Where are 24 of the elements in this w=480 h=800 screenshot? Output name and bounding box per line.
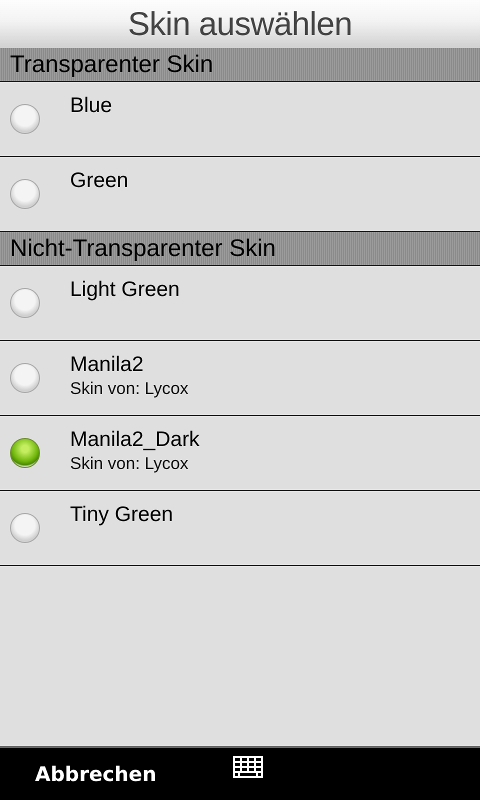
- skin-option[interactable]: Manila2 Skin von: Lycox: [0, 341, 480, 416]
- keyboard-icon[interactable]: [233, 756, 264, 778]
- skin-name: Blue: [70, 94, 112, 118]
- skin-author: Skin von: Lycox: [70, 454, 190, 474]
- radio-button[interactable]: [10, 363, 40, 393]
- skin-name: Tiny Green: [70, 503, 174, 527]
- radio-button[interactable]: [10, 288, 40, 318]
- skin-name: Manila2: [70, 353, 145, 377]
- skin-name: Green: [70, 169, 128, 193]
- section-header: Transparenter Skin: [0, 48, 480, 82]
- cancel-button[interactable]: Abbrechen: [35, 762, 156, 786]
- section-header: Nicht-Transparenter Skin: [0, 232, 480, 266]
- skin-author: Skin von: Lycox: [70, 379, 188, 399]
- radio-button[interactable]: [10, 179, 40, 209]
- radio-button[interactable]: [10, 438, 40, 468]
- skin-option[interactable]: Light Green: [0, 266, 480, 341]
- skin-option[interactable]: Manila2_Dark Skin von: Lycox: [0, 416, 480, 491]
- window-title: Skin auswählen: [0, 0, 480, 48]
- skin-name: Light Green: [70, 278, 180, 302]
- radio-button[interactable]: [10, 104, 40, 134]
- radio-button[interactable]: [10, 513, 40, 543]
- skin-option[interactable]: Tiny Green: [0, 491, 480, 566]
- skin-name: Manila2_Dark: [70, 428, 200, 452]
- skin-option[interactable]: Blue: [0, 82, 480, 157]
